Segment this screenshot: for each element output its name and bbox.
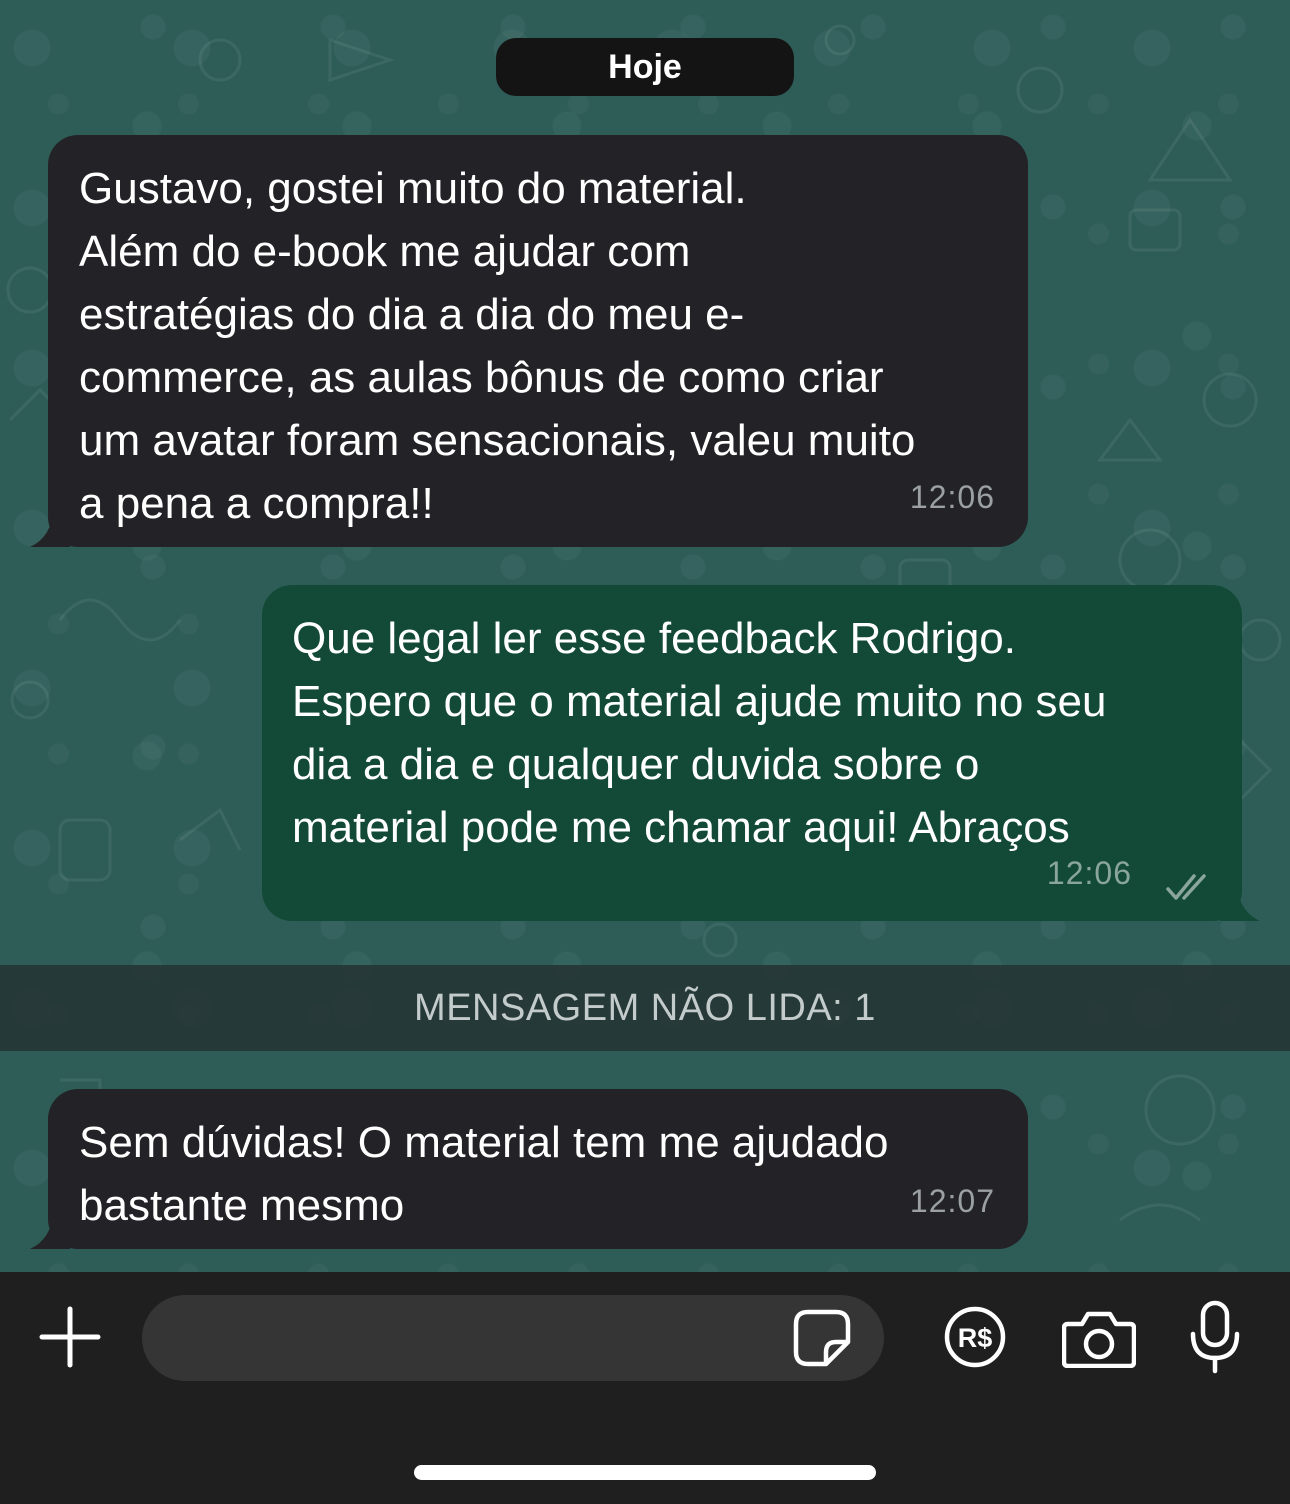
chat-wallpaper[interactable]: Hoje Gustavo, gostei muito do material. … [0,0,1290,1272]
bubble-tail [30,507,70,547]
sticker-icon[interactable] [792,1308,852,1368]
microphone-icon[interactable] [1188,1300,1242,1374]
payment-real-icon[interactable]: R$ [943,1305,1007,1369]
bubble-tail [1220,881,1260,921]
svg-text:R$: R$ [958,1323,993,1353]
message-time: 12:06 [909,479,995,515]
date-separator: Hoje [496,38,794,96]
plus-icon[interactable] [38,1305,102,1369]
date-label: Hoje [608,47,682,86]
message-time: 12:07 [909,1183,995,1219]
incoming-message[interactable]: Gustavo, gostei muito do material. Além … [30,135,1028,547]
camera-icon[interactable] [1062,1310,1136,1368]
message-text: Gustavo, gostei muito do material. Além … [79,164,916,528]
message-time: 12:06 [1046,855,1132,891]
message-text: Sem dúvidas! O material tem me ajudado b… [79,1118,889,1230]
incoming-message[interactable]: Sem dúvidas! O material tem me ajudado b… [30,1089,1028,1249]
unread-label: MENSAGEM NÃO LIDA: 1 [414,986,876,1029]
double-check-icon [1166,874,1206,900]
unread-messages-divider: MENSAGEM NÃO LIDA: 1 [0,965,1290,1051]
home-indicator[interactable] [414,1465,876,1480]
message-text: Que legal ler esse feedback Rodrigo. Esp… [292,614,1107,852]
outgoing-message[interactable]: Que legal ler esse feedback Rodrigo. Esp… [262,585,1260,921]
message-input[interactable] [142,1295,884,1381]
bubble-tail [30,1209,70,1249]
